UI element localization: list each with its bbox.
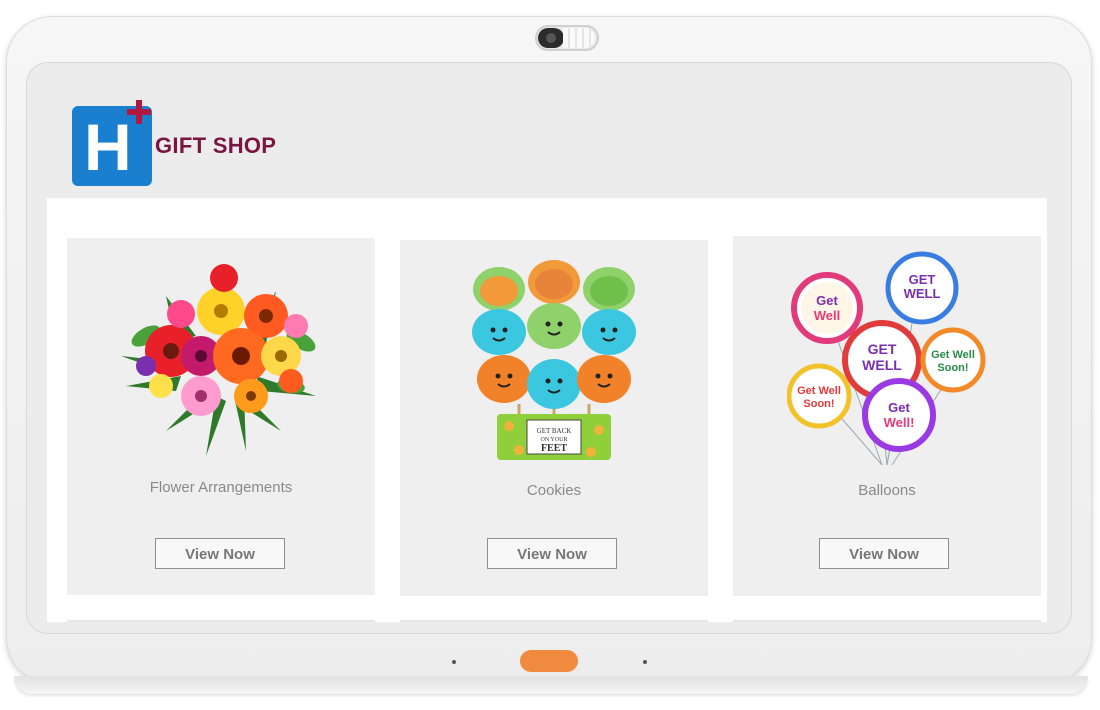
card-bottom-strip xyxy=(400,620,708,622)
view-now-button[interactable]: View Now xyxy=(819,538,949,569)
svg-text:Soon!: Soon! xyxy=(937,362,968,374)
home-button[interactable] xyxy=(520,650,578,672)
flower-bouquet-image xyxy=(67,238,375,468)
svg-text:Get Well: Get Well xyxy=(931,349,975,361)
view-now-button[interactable]: View Now xyxy=(487,538,617,569)
product-card-cookies: GET BACK ON YOUR FEET Cookies View Now xyxy=(400,240,708,596)
product-label: Flower Arrangements xyxy=(149,479,293,496)
svg-text:Well: Well xyxy=(814,308,841,323)
header: H GIFT SHOP xyxy=(47,92,1047,198)
get-well-balloons-image: Get Well GET WELL GET WELL Get Well Soon… xyxy=(733,236,1041,466)
plus-icon xyxy=(127,100,151,124)
product-card-balloons: Get Well GET WELL GET WELL Get Well Soon… xyxy=(733,236,1041,596)
product-label: Balloons xyxy=(858,482,916,499)
svg-text:WELL: WELL xyxy=(904,286,941,301)
svg-text:GET: GET xyxy=(868,341,897,357)
gift-shop-screen: H GIFT SHOP Flower Arrangements View Now… xyxy=(47,92,1047,622)
svg-text:FEET: FEET xyxy=(541,443,567,454)
product-card-flowers: Flower Arrangements View Now xyxy=(67,238,375,595)
card-bottom-strip xyxy=(733,620,1041,622)
svg-text:Well!: Well! xyxy=(884,415,915,430)
logo-letter: H xyxy=(84,110,132,184)
svg-text:Soon!: Soon! xyxy=(803,398,834,410)
indicator-dot xyxy=(643,660,647,664)
view-now-button[interactable]: View Now xyxy=(155,538,285,569)
camera-privacy-slider[interactable] xyxy=(535,25,599,51)
svg-text:GET: GET xyxy=(909,272,936,287)
card-bottom-strip xyxy=(67,620,375,622)
product-label: Cookies xyxy=(526,482,582,499)
svg-text:WELL: WELL xyxy=(862,357,902,373)
svg-text:Get: Get xyxy=(816,293,838,308)
indicator-dot xyxy=(452,660,456,664)
camera-lens-icon xyxy=(538,28,564,48)
tablet-base xyxy=(14,676,1088,694)
camera-shutter-icon xyxy=(563,28,595,48)
foot-cookies-image: GET BACK ON YOUR FEET xyxy=(400,240,708,470)
svg-text:Get Well: Get Well xyxy=(797,385,841,397)
svg-text:GET BACK: GET BACK xyxy=(537,427,572,435)
svg-text:Get: Get xyxy=(888,400,910,415)
page-title: GIFT SHOP xyxy=(155,133,277,158)
